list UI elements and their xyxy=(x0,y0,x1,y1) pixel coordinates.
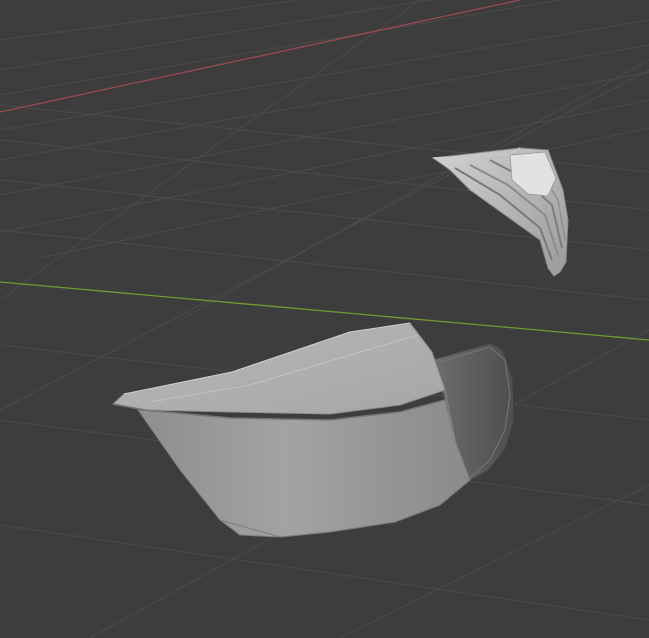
x-axis-line xyxy=(0,0,521,113)
3d-viewport[interactable] xyxy=(0,0,649,638)
floor-grid xyxy=(0,0,649,638)
bowl-shaped-mesh[interactable] xyxy=(111,322,514,538)
ribbed-fragment-mesh[interactable] xyxy=(431,147,569,277)
viewport-canvas[interactable] xyxy=(0,0,649,638)
y-axis-line xyxy=(0,281,649,341)
